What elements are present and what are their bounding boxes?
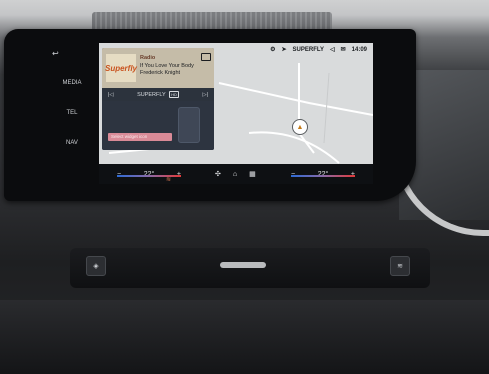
sidebar: MEDIA TEL NAV: [52, 46, 92, 158]
sidebar-item-label: MEDIA: [62, 80, 82, 86]
climate-shortcuts: ✣ ⌂ ▦: [215, 170, 256, 179]
clock: 14:09: [351, 46, 367, 53]
media-widget[interactable]: Superfly Radio If You Love Your Body Fre…: [102, 48, 214, 150]
phone-icon: [178, 107, 200, 143]
passenger-climate: − 22° +: [283, 171, 363, 178]
vent-slider[interactable]: [220, 262, 266, 268]
next-track-icon[interactable]: ▷|: [202, 92, 208, 98]
fan-icon[interactable]: ✣: [215, 170, 221, 178]
hd-badge: HD: [169, 91, 179, 98]
rear-defrost-button[interactable]: ≋: [390, 256, 410, 276]
previous-track-icon[interactable]: |◁: [108, 92, 114, 98]
media-info: Superfly Radio If You Love Your Body Fre…: [102, 48, 214, 88]
apps-grid-icon[interactable]: ▦: [249, 170, 256, 178]
temp-gradient-bar: [117, 174, 181, 177]
seat-heat-icon[interactable]: ≋: [166, 176, 171, 183]
media-title: If You Love Your Body: [140, 63, 194, 69]
sidebar-item-label: TEL: [66, 110, 78, 116]
hazard-button[interactable]: ◈: [86, 256, 106, 276]
display-screen: ▲ ⚙ ➤ SUPERFLY ◁ ✉ 14:09 Superfly Radio …: [99, 43, 373, 184]
album-cover: Superfly: [105, 54, 137, 82]
center-console: [70, 248, 430, 288]
sidebar-item-label: NAV: [66, 140, 78, 146]
widget-area[interactable]: Select widget icon: [102, 101, 214, 150]
temp-gradient-bar: [291, 174, 355, 177]
station-label: SUPERFLY: [137, 92, 166, 98]
climate-bar: − 22° + ≋ ✣ ⌂ ▦ − 22° +: [99, 164, 373, 184]
media-controls: |◁ SUPERFLY HD ▷|: [102, 88, 214, 101]
sidebar-item-nav[interactable]: NAV: [52, 128, 92, 158]
driver-climate: − 22° + ≋: [109, 171, 189, 183]
sms-icon[interactable]: ✉: [341, 46, 346, 53]
volume-icon: ◁: [329, 47, 335, 53]
folder-icon[interactable]: [201, 53, 211, 61]
lower-console: [0, 300, 489, 374]
car-interior-scene: ↩ MEDIA TEL NAV ▲ ⚙ ➤ SUPERFLY ◁ ✉ 14:09…: [0, 0, 489, 374]
navigation-arrow-icon: ➤: [281, 47, 287, 53]
media-artist: Frederick Knight: [140, 70, 181, 76]
settings-icon[interactable]: ⚙: [270, 46, 275, 53]
widget-select-bar[interactable]: Select widget icon: [108, 133, 172, 141]
media-source: Radio: [140, 55, 156, 61]
home-icon[interactable]: ⌂: [233, 171, 237, 178]
location-arrow-icon: ▲: [292, 119, 308, 135]
sidebar-item-media[interactable]: MEDIA: [52, 68, 92, 98]
sidebar-item-tel[interactable]: TEL: [52, 98, 92, 128]
network-label: SUPERFLY: [292, 46, 324, 53]
